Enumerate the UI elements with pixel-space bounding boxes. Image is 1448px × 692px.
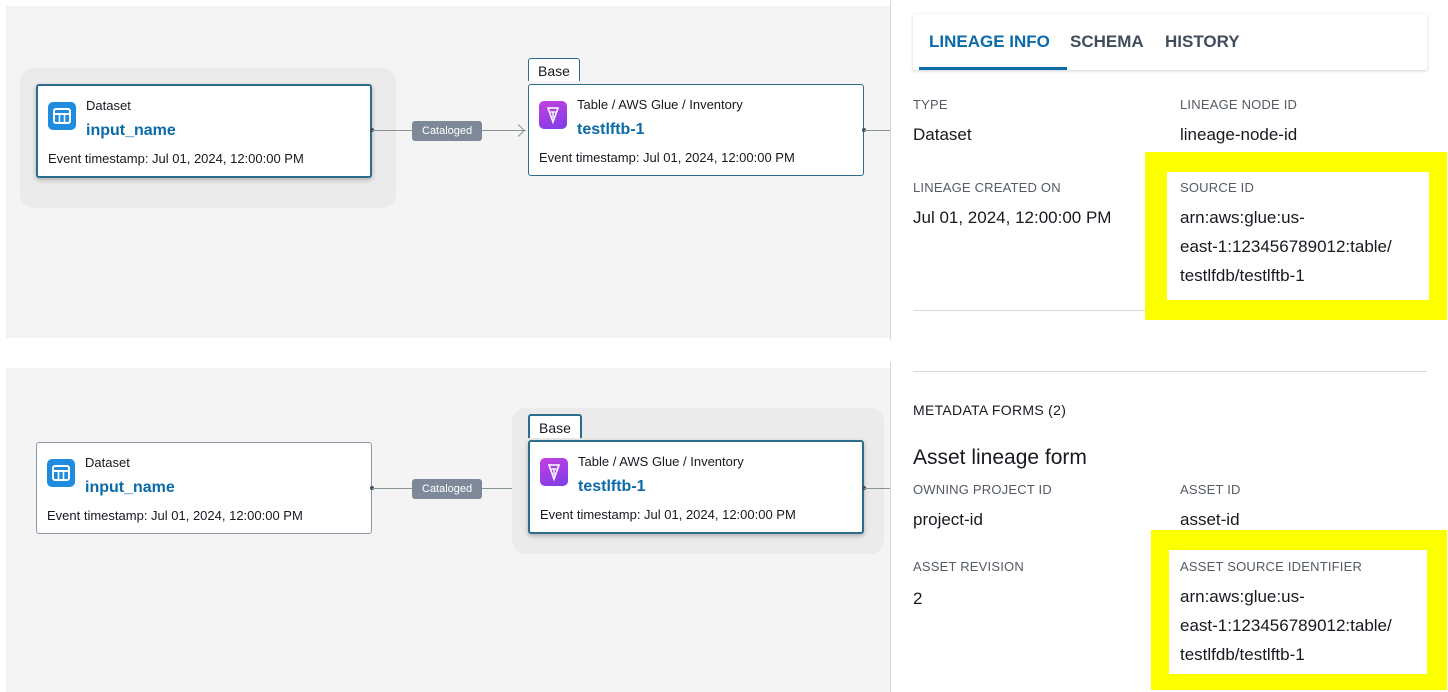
panel-divider [890, 0, 891, 340]
lineage-graph-canvas[interactable]: Dataset input_name Event timestamp: Jul … [6, 368, 890, 692]
node-type: Dataset [85, 455, 130, 470]
node-timestamp: Event timestamp: Jul 01, 2024, 12:00:00 … [540, 507, 796, 522]
asset-revision-value: 2 [913, 589, 923, 608]
section-divider [913, 371, 1427, 372]
lineage-node-id-value: lineage-node-id [1180, 125, 1298, 144]
edge-line [864, 130, 890, 131]
table-node[interactable]: Table / AWS Glue / Inventory testlftb-1 … [528, 440, 864, 534]
owning-project-value: project-id [913, 510, 983, 529]
owning-project-label: OWNING PROJECT ID [913, 482, 1052, 497]
details-tabs: LINEAGE INFO SCHEMA HISTORY [913, 14, 1427, 70]
tab-history[interactable]: HISTORY [1165, 32, 1240, 52]
node-timestamp: Event timestamp: Jul 01, 2024, 12:00:00 … [539, 150, 795, 165]
node-name-link[interactable]: testlftb-1 [578, 478, 646, 496]
asset-source-line-1: arn:aws:glue:us- [1180, 587, 1305, 606]
asset-id-label: ASSET ID [1180, 482, 1241, 497]
source-id-line-3: testlfdb/testlftb-1 [1180, 266, 1305, 285]
metadata-forms-title: METADATA FORMS (2) [913, 402, 1067, 418]
node-name-link[interactable]: input_name [85, 479, 175, 497]
source-id-label: SOURCE ID [1180, 180, 1255, 195]
active-tab-indicator [919, 67, 1067, 70]
asset-source-line-3: testlfdb/testlftb-1 [1180, 645, 1305, 664]
lineage-panel-top: Dataset input_name Event timestamp: Jul … [0, 0, 1448, 340]
type-label: TYPE [913, 97, 948, 112]
node-name-link[interactable]: input_name [86, 122, 176, 140]
dataset-node[interactable]: Dataset input_name Event timestamp: Jul … [36, 84, 372, 178]
base-badge: Base [528, 58, 580, 81]
lineage-panel-bottom: Dataset input_name Event timestamp: Jul … [0, 362, 1448, 692]
section-divider [913, 310, 1153, 311]
node-timestamp: Event timestamp: Jul 01, 2024, 12:00:00 … [47, 508, 303, 523]
node-timestamp: Event timestamp: Jul 01, 2024, 12:00:00 … [48, 151, 304, 166]
asset-source-label: ASSET SOURCE IDENTIFIER [1180, 559, 1363, 574]
node-type: Dataset [86, 98, 131, 113]
dataset-node[interactable]: Dataset input_name Event timestamp: Jul … [36, 442, 372, 534]
node-name-link[interactable]: testlftb-1 [577, 121, 645, 139]
aws-glue-icon [540, 458, 568, 486]
edge-line [864, 488, 890, 489]
tab-lineage-info[interactable]: LINEAGE INFO [929, 32, 1050, 52]
base-badge: Base [528, 414, 582, 438]
asset-source-line-2: east-1:123456789012:table/ [1180, 616, 1392, 635]
panel-divider [890, 362, 891, 692]
table-node[interactable]: Table / AWS Glue / Inventory testlftb-1 … [528, 84, 864, 176]
source-id-line-2: east-1:123456789012:table/ [1180, 237, 1392, 256]
type-value: Dataset [913, 125, 972, 144]
aws-glue-icon [539, 101, 567, 129]
edge-label[interactable]: Cataloged [412, 479, 483, 499]
tab-schema[interactable]: SCHEMA [1070, 32, 1144, 52]
lineage-created-value: Jul 01, 2024, 12:00:00 PM [913, 208, 1112, 227]
table-icon [48, 102, 76, 130]
edge-label[interactable]: Cataloged [412, 121, 483, 141]
lineage-graph-canvas[interactable]: Dataset input_name Event timestamp: Jul … [6, 6, 890, 338]
lineage-created-label: LINEAGE CREATED ON [913, 180, 1061, 195]
arrow-head-icon [512, 124, 525, 137]
node-type: Table / AWS Glue / Inventory [577, 97, 743, 112]
asset-revision-label: ASSET REVISION [913, 559, 1024, 574]
lineage-node-id-label: LINEAGE NODE ID [1180, 97, 1298, 112]
source-id-line-1: arn:aws:glue:us- [1180, 208, 1305, 227]
form-title: Asset lineage form [913, 446, 1087, 469]
table-icon [47, 459, 75, 487]
node-type: Table / AWS Glue / Inventory [578, 454, 744, 469]
